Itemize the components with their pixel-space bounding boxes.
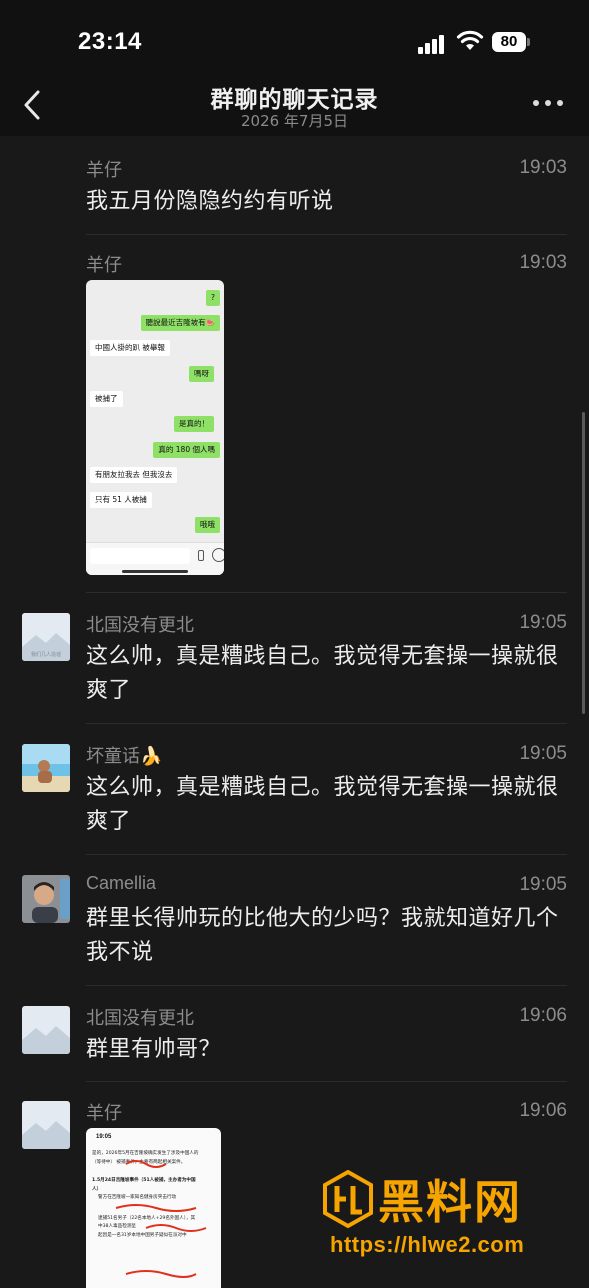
landscape-avatar-icon: 我们几人造谣 [22, 613, 70, 661]
screenshot-bubble: 聽說最近吉隆坡有🍉 [140, 315, 220, 331]
message-time: 19:06 [519, 1100, 567, 1121]
avatar[interactable] [22, 1101, 70, 1149]
site-watermark: 黑料网 https://hlwe2.com [322, 1168, 572, 1258]
message-text: 群里长得帅玩的比他大的少吗？我就知道好几个我不说 [86, 906, 559, 965]
person-photo-avatar-icon [22, 875, 70, 923]
sender-name: 北国没有更北 [86, 1008, 194, 1029]
sender-name: 羊仔 [86, 1103, 122, 1124]
battery-icon: 80 [492, 32, 532, 54]
landscape-avatar-icon [22, 1006, 70, 1054]
message-text: 这么帅，真是糟践自己。我觉得无套操一操就很爽了 [86, 644, 559, 703]
screenshot-bubble: 中國人掛的趴 被舉報 [90, 340, 170, 356]
status-time: 23:14 [78, 28, 142, 55]
watermark-url: https://hlwe2.com [330, 1232, 525, 1257]
beach-photo-avatar-icon [22, 744, 70, 792]
screenshot-bubble: 哦哦 [195, 517, 220, 533]
screenshot-bubble: 有朋友拉我去 但我沒去 [90, 467, 178, 483]
status-bar: 23:14 80 [0, 0, 589, 80]
battery-percent: 80 [500, 33, 518, 50]
avatar[interactable] [22, 744, 70, 792]
message-item: Camellia 19:05 群里长得帅玩的比他大的少吗？我就知道好几个我不说 [0, 867, 589, 987]
message-text: 我五月份隐隐约约有听说 [86, 189, 334, 214]
avatar[interactable] [22, 1006, 70, 1054]
page-subtitle: 2026 年7月5日 [240, 112, 349, 130]
divider [86, 592, 567, 593]
red-scribble-annotations [115, 1160, 207, 1278]
mic-icon [198, 550, 204, 561]
screenshot-bubble: 只有 51 人被捕 [90, 492, 152, 508]
divider [86, 1081, 567, 1082]
watermark-brand: 黑料网 [378, 1175, 522, 1229]
sender-name: 羊仔 [86, 255, 122, 276]
page-title: 群聊的聊天记录 [210, 87, 379, 113]
screenshot-input-bar [86, 542, 224, 575]
message-text: 群里有帅哥？ [86, 1037, 222, 1062]
message-time: 19:05 [519, 743, 567, 764]
home-indicator [122, 570, 188, 573]
message-time: 19:03 [519, 157, 567, 178]
sender-name: 北国没有更北 [86, 615, 194, 636]
avatar-label: 我们几人造谣 [31, 651, 61, 658]
divider [86, 985, 567, 986]
screenshot-bubble: 被捕了 [90, 391, 123, 407]
sender-name: Camellia [86, 873, 157, 893]
avatar[interactable] [22, 875, 70, 923]
wifi-icon [456, 30, 484, 50]
sender-name: 羊仔 [86, 160, 122, 181]
avatar[interactable]: 我们几人造谣 [22, 613, 70, 661]
screenshot-bubble: ? [206, 290, 220, 306]
article-screenshot-image[interactable]: 19:05 是的，2026年5月在吉隆坡确实发生了涉及中国人的 （等待中） 被捕… [86, 1128, 221, 1288]
message-time: 19:03 [519, 252, 567, 273]
message-item: 坏童话🍌 19:05 这么帅，真是糟践自己。我觉得无套操一操就很爽了 [0, 736, 589, 856]
more-options-icon[interactable] [533, 100, 565, 108]
message-item: 北国没有更北 19:06 群里有帅哥？ [0, 998, 589, 1083]
nav-bar: 群聊的聊天记录 2026 年7月5日 [0, 80, 589, 136]
message-item: 羊仔 19:03 我五月份隐隐约约有听说 [0, 150, 589, 235]
divider [86, 723, 567, 724]
screenshot-bubble: 嗎呀 [189, 366, 214, 382]
divider [86, 234, 567, 235]
divider [86, 854, 567, 855]
message-text: 这么帅，真是糟践自己。我觉得无套操一操就很爽了 [86, 775, 559, 834]
watermark-logo-icon [323, 1170, 373, 1228]
emoji-icon [212, 548, 224, 562]
message-time: 19:06 [519, 1005, 567, 1026]
chat-screenshot-image[interactable]: ? 聽說最近吉隆坡有🍉 中國人掛的趴 被舉報 嗎呀 被捕了 是真的！ 真的 18… [86, 280, 224, 575]
sender-name: 坏童话🍌 [86, 746, 163, 767]
screenshot-bubble: 是真的！ [174, 416, 214, 432]
message-time: 19:05 [519, 612, 567, 633]
cellular-signal-icon [418, 34, 448, 54]
message-time: 19:05 [519, 874, 567, 895]
scrollbar[interactable] [582, 412, 585, 714]
screenshot-bubble: 真的 180 個人嗎 [153, 442, 220, 458]
message-item: 我们几人造谣 北国没有更北 19:05 这么帅，真是糟践自己。我觉得无套操一操就… [0, 605, 589, 725]
landscape-avatar-icon [22, 1101, 70, 1149]
